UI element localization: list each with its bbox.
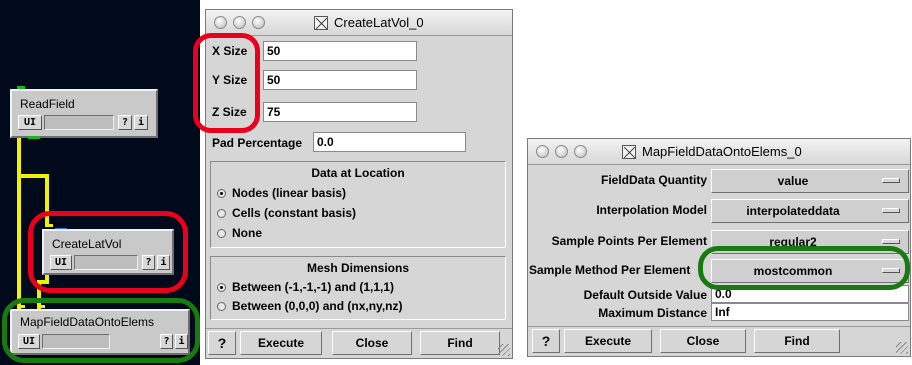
module-help-button[interactable]: ? — [142, 255, 155, 270]
fielddata-quantity-label: FieldData Quantity — [600, 173, 707, 187]
network-canvas[interactable]: ReadField UI ? i CreateLatVol UI ? i Map… — [0, 0, 200, 365]
close-button[interactable]: Close — [660, 329, 746, 353]
sample-method-menu[interactable]: mostcommon — [711, 259, 909, 283]
module-help-button[interactable]: ? — [160, 334, 173, 349]
readfield-input-port-icon — [28, 136, 40, 139]
module-createlatvol[interactable]: CreateLatVol UI ? i — [42, 229, 174, 275]
sample-points-menu[interactable]: regular2 — [711, 230, 909, 254]
window-title: CreateLatVol_0 — [314, 15, 424, 30]
z-size-input[interactable]: 75 — [263, 102, 417, 122]
maximum-distance-label: Maximum Distance — [598, 306, 707, 320]
pad-percentage-input[interactable]: 0.0 — [313, 132, 466, 152]
close-window-icon[interactable] — [214, 16, 227, 29]
radio-unselected-icon — [217, 208, 226, 218]
sample-points-label: Sample Points Per Element — [551, 234, 707, 248]
z-size-label: Z Size — [212, 105, 247, 119]
module-info-button[interactable]: i — [157, 255, 170, 270]
mapfield-dialog: MapFieldDataOntoElems_0 FieldData Quanti… — [527, 138, 911, 357]
y-size-input[interactable]: 50 — [263, 70, 417, 90]
interpolation-model-label: Interpolation Model — [596, 203, 707, 217]
module-ui-button[interactable]: UI — [18, 115, 42, 130]
mapfield-button-row: ? Execute Close Find — [528, 326, 910, 356]
interpolation-model-menu[interactable]: interpolateddata — [711, 199, 909, 223]
resize-grip-icon[interactable] — [896, 342, 908, 354]
help-button[interactable]: ? — [532, 329, 560, 353]
option-menu-indicator-icon — [882, 208, 900, 213]
minimize-window-icon[interactable] — [555, 145, 568, 158]
default-outside-value-input[interactable]: 0.0 — [711, 285, 909, 303]
module-progress-bar — [42, 334, 110, 349]
window-title: MapFieldDataOntoElems_0 — [622, 144, 802, 159]
module-title: CreateLatVol — [52, 237, 122, 251]
option-menu-indicator-icon — [882, 239, 900, 244]
mapfield-titlebar[interactable]: MapFieldDataOntoElems_0 — [528, 139, 910, 165]
pad-percentage-label: Pad Percentage — [212, 136, 303, 150]
module-progress-bar — [44, 115, 114, 130]
zoom-window-icon[interactable] — [574, 145, 587, 158]
module-title: ReadField — [20, 97, 75, 111]
maximum-distance-input[interactable]: Inf — [711, 303, 909, 321]
module-info-button[interactable]: i — [134, 115, 148, 130]
data-location-title: Data at Location — [311, 166, 405, 180]
module-mapfielddataontoelems[interactable]: MapFieldDataOntoElems UI ? i — [10, 309, 190, 355]
mesh-dimensions-title: Mesh Dimensions — [306, 261, 410, 275]
createlatvol-button-row: ? Execute Close Find — [206, 328, 512, 358]
module-info-button[interactable]: i — [175, 334, 188, 349]
pipe-readfield-down[interactable] — [17, 138, 21, 310]
resize-grip-icon[interactable] — [498, 344, 510, 356]
radio-none[interactable]: None — [217, 226, 262, 240]
find-button[interactable]: Find — [754, 329, 840, 353]
x-size-input[interactable]: 50 — [263, 41, 417, 61]
option-menu-indicator-icon — [882, 178, 900, 183]
radio-between-neg1-1[interactable]: Between (-1,-1,-1) and (1,1,1) — [217, 280, 394, 294]
execute-button[interactable]: Execute — [240, 331, 322, 355]
pipe-readfield-createlatvol[interactable] — [45, 174, 49, 224]
radio-nodes[interactable]: Nodes (linear basis) — [217, 186, 346, 200]
x11-icon — [314, 15, 328, 30]
default-outside-value-label: Default Outside Value — [583, 288, 707, 302]
mapfield-input-port-2-icon — [37, 305, 45, 308]
module-ui-button[interactable]: UI — [50, 255, 72, 270]
close-button[interactable]: Close — [332, 331, 412, 355]
module-readfield[interactable]: ReadField UI ? i — [10, 89, 158, 138]
radio-selected-icon — [217, 282, 226, 292]
zoom-window-icon[interactable] — [252, 16, 265, 29]
module-progress-bar — [74, 255, 138, 270]
createlatvol-titlebar[interactable]: CreateLatVol_0 — [206, 10, 512, 36]
close-window-icon[interactable] — [536, 145, 549, 158]
radio-between-0-n[interactable]: Between (0,0,0) and (nx,ny,nz) — [217, 299, 402, 313]
y-size-label: Y Size — [212, 73, 248, 87]
mapfield-input-port-icon — [17, 305, 25, 308]
fielddata-quantity-menu[interactable]: value — [711, 169, 909, 193]
module-ui-button[interactable]: UI — [18, 334, 40, 349]
execute-button[interactable]: Execute — [564, 329, 652, 353]
radio-unselected-icon — [217, 228, 226, 238]
option-menu-indicator-icon — [882, 268, 900, 273]
x-size-label: X Size — [212, 44, 248, 58]
sample-method-label: Sample Method Per Element — [529, 263, 691, 277]
createlatvol-dialog: CreateLatVol_0 X Size 50 Y Size 50 Z Siz… — [205, 9, 513, 359]
radio-unselected-icon — [217, 301, 226, 311]
minimize-window-icon[interactable] — [233, 16, 246, 29]
createlatvol-input-port-icon — [45, 224, 53, 227]
data-location-group: Data at Location Nodes (linear basis) Ce… — [210, 161, 506, 248]
find-button[interactable]: Find — [420, 331, 500, 355]
radio-cells[interactable]: Cells (constant basis) — [217, 206, 356, 220]
radio-selected-icon — [217, 188, 226, 198]
module-help-button[interactable]: ? — [118, 115, 132, 130]
x11-icon — [622, 144, 636, 159]
help-button[interactable]: ? — [208, 331, 236, 355]
mesh-dimensions-group: Mesh Dimensions Between (-1,-1,-1) and (… — [210, 256, 506, 320]
module-title: MapFieldDataOntoElems — [20, 315, 155, 329]
